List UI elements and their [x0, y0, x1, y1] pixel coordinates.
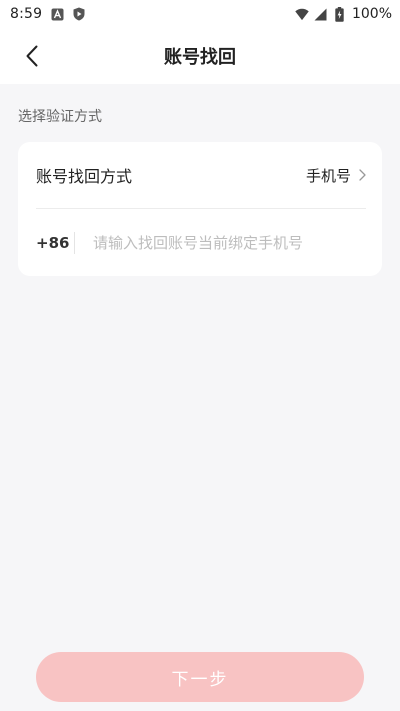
- status-bar: 8:59 100%: [0, 0, 400, 28]
- next-button[interactable]: 下一步: [36, 652, 364, 702]
- battery-icon: [333, 6, 347, 22]
- battery-percentage: 100%: [351, 6, 392, 22]
- wifi-icon: [295, 7, 309, 21]
- phone-row: +86: [18, 209, 382, 276]
- recovery-method-label: 账号找回方式: [36, 167, 133, 186]
- header: 账号找回: [0, 28, 400, 84]
- country-code[interactable]: +86: [36, 234, 72, 252]
- verification-card: 账号找回方式 手机号 +86: [18, 142, 382, 276]
- chevron-right-icon: [359, 169, 366, 181]
- shield-icon: [72, 7, 86, 21]
- account-recovery-screen: 8:59 100% 账号找回 选择验证方式 账号找回方式 手机号 +86 请输入…: [0, 0, 400, 711]
- country-code-separator: [74, 231, 75, 254]
- a-box-icon: [50, 7, 64, 21]
- page-title: 账号找回: [164, 47, 236, 68]
- status-left: 8:59: [10, 6, 86, 22]
- chevron-left-icon: [25, 45, 39, 67]
- recovery-method-value: 手机号: [305, 166, 351, 185]
- recovery-method-value-wrap: 手机号: [306, 165, 366, 186]
- section-label: 选择验证方式: [18, 109, 102, 125]
- recovery-method-row[interactable]: 账号找回方式 手机号: [18, 142, 382, 208]
- status-right: 100%: [295, 6, 392, 22]
- status-time: 8:59: [10, 6, 43, 22]
- back-button[interactable]: [16, 40, 48, 72]
- phone-input[interactable]: [93, 233, 364, 252]
- signal-icon: [314, 7, 328, 21]
